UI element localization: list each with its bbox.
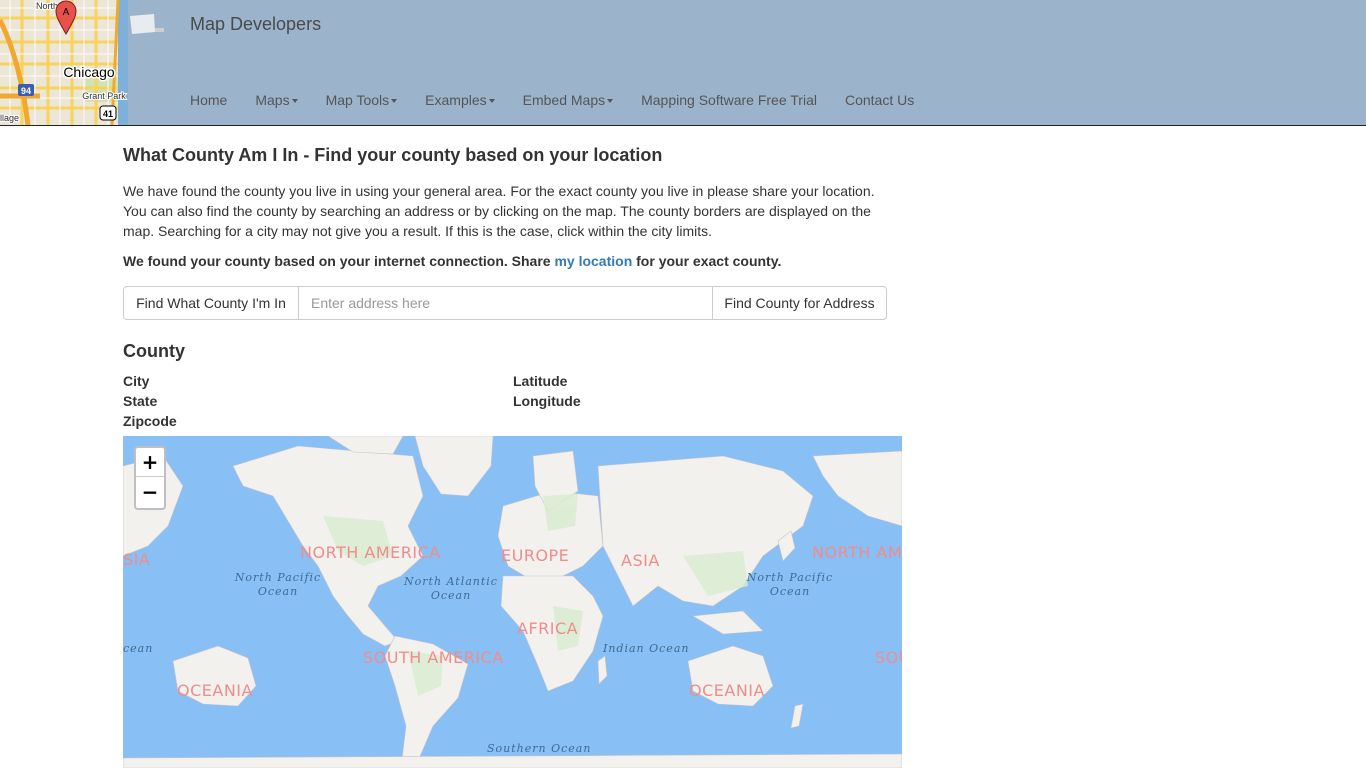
ocean-label: North Pacific Ocean [234,571,322,598]
continent-label: OCEANIA [689,681,765,700]
caret-down-icon [391,98,398,103]
address-input[interactable] [299,286,712,320]
caret-down-icon [607,98,614,103]
nav-contact-us-label: Contact Us [844,92,915,108]
world-map-tiles [123,436,902,768]
nav-contact-us[interactable]: Contact Us [845,92,914,108]
county-heading: County [123,341,185,361]
page-title: What County Am I In - Find your county b… [123,145,663,165]
ocean-label: Southern Ocean [487,742,592,755]
share-location-link[interactable]: my location [554,253,632,269]
nav-map-tools-label: Map Tools [325,92,390,108]
continent-label: OCEANIA [177,681,253,700]
nav-maps-label: Maps [255,92,290,108]
route-41-label: 41 [103,109,113,119]
find-my-county-button[interactable]: Find What County I'm In [123,286,299,320]
nav-free-trial[interactable]: Mapping Software Free Trial [641,92,817,108]
logo-area-label: North [36,1,58,11]
zoom-out-button[interactable]: − [136,477,164,506]
city-label: City [123,373,150,389]
nav-home-label: Home [190,92,228,108]
site-header: 94 41 Chicago Grant Park North llage A M… [0,0,1366,126]
continent-label: EUROPE [501,546,570,565]
ocean-label: Indian Ocean [603,642,690,655]
nav-examples-label: Examples [425,92,487,108]
nav-examples[interactable]: Examples [425,92,495,108]
found-prefix: We found your county based on your inter… [123,253,555,269]
logo-decoration [128,12,164,36]
longitude-label: Longitude [513,393,581,409]
logo-map-thumbnail[interactable]: 94 41 Chicago Grant Park North llage A [0,0,128,125]
continent-label: NORTH AM [812,543,902,562]
continent-label: NORTH AMERICA [300,543,441,562]
nav-map-tools[interactable]: Map Tools [326,92,398,108]
nav-home[interactable]: Home [190,92,227,108]
found-notice: We found your county based on your inter… [123,253,781,269]
find-county-for-address-button[interactable]: Find County for Address [712,286,887,320]
map-marker-letter: A [63,7,70,18]
nav-embed-maps-label: Embed Maps [522,92,606,108]
logo-village-label: llage [0,113,19,123]
nav-maps[interactable]: Maps [255,92,298,108]
ocean-label: North Pacific Ocean [746,571,834,598]
found-suffix: for your exact county. [632,253,782,269]
zoom-in-button[interactable]: + [136,448,164,477]
intro-paragraph: We have found the county you live in usi… [123,183,875,239]
latitude-label: Latitude [513,373,568,389]
caret-down-icon [291,98,298,103]
continent-label: SOU [875,648,902,667]
nav-free-trial-label: Mapping Software Free Trial [641,92,817,108]
state-label: State [123,393,158,409]
ocean-label: North Atlantic Ocean [404,575,498,602]
caret-down-icon [488,98,495,103]
ocean-label: cean [123,642,154,655]
continent-label: SOUTH AMERICA [363,648,504,667]
nav-embed-maps[interactable]: Embed Maps [522,92,614,108]
logo-park-label: Grant Park [82,91,126,101]
main-nav: Home Maps Map Tools Examples Embed Maps … [190,92,942,108]
continent-label: SIA [123,550,151,569]
zipcode-label: Zipcode [123,413,177,429]
continent-label: AFRICA [517,619,579,638]
route-94-label: 94 [21,86,31,96]
zoom-control: + − [134,446,166,510]
county-map[interactable]: + − SIA NORTH AMERICA EUROPE ASIA NORTH … [123,436,902,768]
address-search-group: Find What County I'm In Find County for … [123,286,887,320]
continent-label: ASIA [621,551,660,570]
logo-city-label: Chicago [63,64,115,80]
site-brand[interactable]: Map Developers [190,14,321,35]
